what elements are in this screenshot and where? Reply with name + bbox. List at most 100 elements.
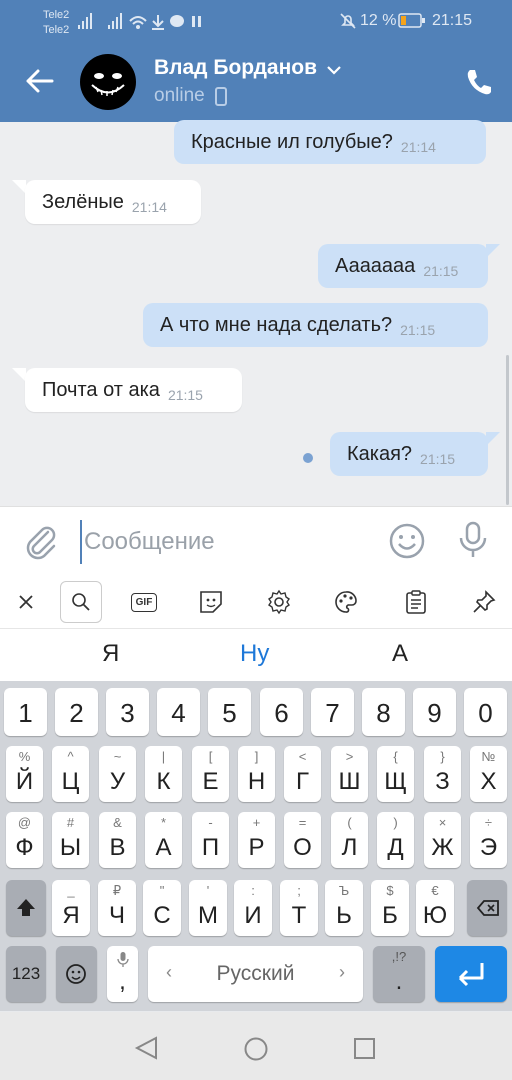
letter-key[interactable]: | К xyxy=(145,746,182,802)
comma-key[interactable]: , xyxy=(107,946,138,1002)
digit-key[interactable]: 0 xyxy=(464,688,507,736)
scrollbar[interactable] xyxy=(506,355,509,505)
letter-key[interactable]: _ Я xyxy=(52,880,90,936)
letter-key[interactable]: ) Д xyxy=(377,812,414,868)
suggestion-3[interactable]: А xyxy=(392,640,408,668)
message-input[interactable]: Сообщение xyxy=(80,520,374,564)
digit-key[interactable]: 8 xyxy=(362,688,405,736)
message-bubble-outgoing[interactable]: Аааааaa 21:15 xyxy=(318,244,488,288)
digit-key-label: 6 xyxy=(274,698,289,728)
digit-key[interactable]: 1 xyxy=(4,688,47,736)
enter-key[interactable] xyxy=(435,946,507,1002)
digit-key[interactable]: 4 xyxy=(157,688,200,736)
letter-key[interactable]: ÷ Э xyxy=(470,812,507,868)
phone-call-icon[interactable] xyxy=(464,67,494,97)
letter-key[interactable]: (Л xyxy=(331,812,368,868)
letter-key-sub: { xyxy=(393,749,398,764)
theme-palette-icon[interactable] xyxy=(327,585,365,619)
letter-key[interactable]: ; Т xyxy=(280,880,318,936)
backspace-key[interactable] xyxy=(467,880,507,936)
letter-key[interactable]: & В xyxy=(99,812,136,868)
suggestion-1[interactable]: Я xyxy=(102,640,119,668)
letter-key[interactable]: # Ы xyxy=(52,812,89,868)
avatar[interactable] xyxy=(80,54,136,110)
emoji-icon[interactable] xyxy=(388,522,426,560)
letter-key[interactable]: % Й xyxy=(6,746,43,802)
sticker-icon[interactable] xyxy=(192,585,230,619)
letter-key[interactable]: -П xyxy=(192,812,229,868)
letter-key[interactable]: ' М xyxy=(189,880,227,936)
digit-key[interactable]: 2 xyxy=(55,688,98,736)
letter-key-sub: ) xyxy=(393,815,398,830)
paperclip-icon[interactable] xyxy=(22,522,58,560)
clipboard-icon[interactable] xyxy=(397,585,435,619)
letter-key[interactable]: < Г xyxy=(284,746,321,802)
message-bubble-outgoing[interactable]: Какая? 21:15 xyxy=(330,432,488,476)
letter-key[interactable]: } З xyxy=(424,746,461,802)
shift-key[interactable] xyxy=(6,880,46,936)
microphone-icon[interactable] xyxy=(456,520,490,560)
emoji-key[interactable] xyxy=(56,946,97,1002)
gif-button[interactable]: GIF xyxy=(125,585,163,619)
letter-key-sub: < xyxy=(298,749,307,764)
message-text: Почта от ака xyxy=(42,379,160,401)
back-arrow-icon[interactable] xyxy=(24,66,54,96)
period-label: . xyxy=(395,968,403,995)
letter-key-label: Ф xyxy=(15,834,34,861)
letter-key[interactable]: € Ю xyxy=(416,880,454,936)
letter-key[interactable]: = О xyxy=(284,812,321,868)
letter-key[interactable]: > Ш xyxy=(331,746,368,802)
nav-home-icon[interactable] xyxy=(243,1036,269,1062)
pin-icon[interactable] xyxy=(465,585,503,619)
letter-key[interactable]: {Щ xyxy=(377,746,414,802)
letter-key-label: Щ xyxy=(384,768,407,795)
message-bubble-outgoing[interactable]: А что мне нада сделать? 21:15 xyxy=(143,303,488,347)
comma-label: , xyxy=(119,968,126,995)
letter-key-sub: > xyxy=(345,749,354,764)
close-icon[interactable] xyxy=(7,585,45,619)
contact-name[interactable]: Влад Борданов xyxy=(154,56,317,80)
mute-bell-icon xyxy=(340,13,356,29)
keyboard-search-icon[interactable] xyxy=(60,581,102,623)
message-bubble-incoming[interactable]: Почта от ака 21:15 xyxy=(25,368,242,412)
nav-back-icon[interactable] xyxy=(134,1036,160,1060)
digit-key[interactable]: 3 xyxy=(106,688,149,736)
letter-key[interactable]: ~ У xyxy=(99,746,136,802)
message-bubble-incoming[interactable]: Зелёные 21:14 xyxy=(25,180,201,224)
letter-key-sub: & xyxy=(113,815,122,830)
settings-gear-icon[interactable] xyxy=(260,585,298,619)
letter-key[interactable]: + Р xyxy=(238,812,275,868)
letter-key[interactable]: :И xyxy=(234,880,272,936)
letter-key-label: Ц xyxy=(61,768,80,795)
letter-key-sub: ^ xyxy=(67,749,74,764)
letter-key[interactable]: $ Б xyxy=(371,880,409,936)
letter-key-sub: } xyxy=(440,749,445,764)
letter-key[interactable]: @ Ф xyxy=(6,812,43,868)
clock: 21:15 xyxy=(432,12,473,29)
letter-key-label: О xyxy=(293,834,312,861)
digit-key[interactable]: 5 xyxy=(208,688,251,736)
symbols-key[interactable]: 123 xyxy=(6,946,46,1002)
message-time: 21:14 xyxy=(400,139,436,155)
letter-key[interactable]: " С xyxy=(143,880,181,936)
letter-key[interactable]: ₽ Ч xyxy=(98,880,136,936)
digit-key[interactable]: 6 xyxy=(260,688,303,736)
emoji-smile-icon xyxy=(66,964,86,984)
chevron-down-icon[interactable] xyxy=(326,64,342,76)
letter-key[interactable]: ] Н xyxy=(238,746,275,802)
message-time: 21:15 xyxy=(423,263,459,279)
letter-key[interactable]: ^ Ц xyxy=(52,746,89,802)
period-key[interactable]: ,!? . xyxy=(373,946,425,1002)
nav-recents-icon[interactable] xyxy=(353,1037,377,1061)
letter-key[interactable]: × Ж xyxy=(424,812,461,868)
suggestion-2[interactable]: Ну xyxy=(240,640,269,668)
letter-key-label: Ь xyxy=(336,902,352,929)
letter-key[interactable]: ЪЬ xyxy=(325,880,363,936)
letter-key[interactable]: [Е xyxy=(192,746,229,802)
letter-key[interactable]: * А xyxy=(145,812,182,868)
digit-key[interactable]: 9 xyxy=(413,688,456,736)
letter-key[interactable]: № Х xyxy=(470,746,507,802)
space-key[interactable]: ‹ Русский › xyxy=(148,946,363,1002)
message-bubble-outgoing[interactable]: Красные ил голубые? 21:14 xyxy=(174,120,486,164)
digit-key[interactable]: 7 xyxy=(311,688,354,736)
